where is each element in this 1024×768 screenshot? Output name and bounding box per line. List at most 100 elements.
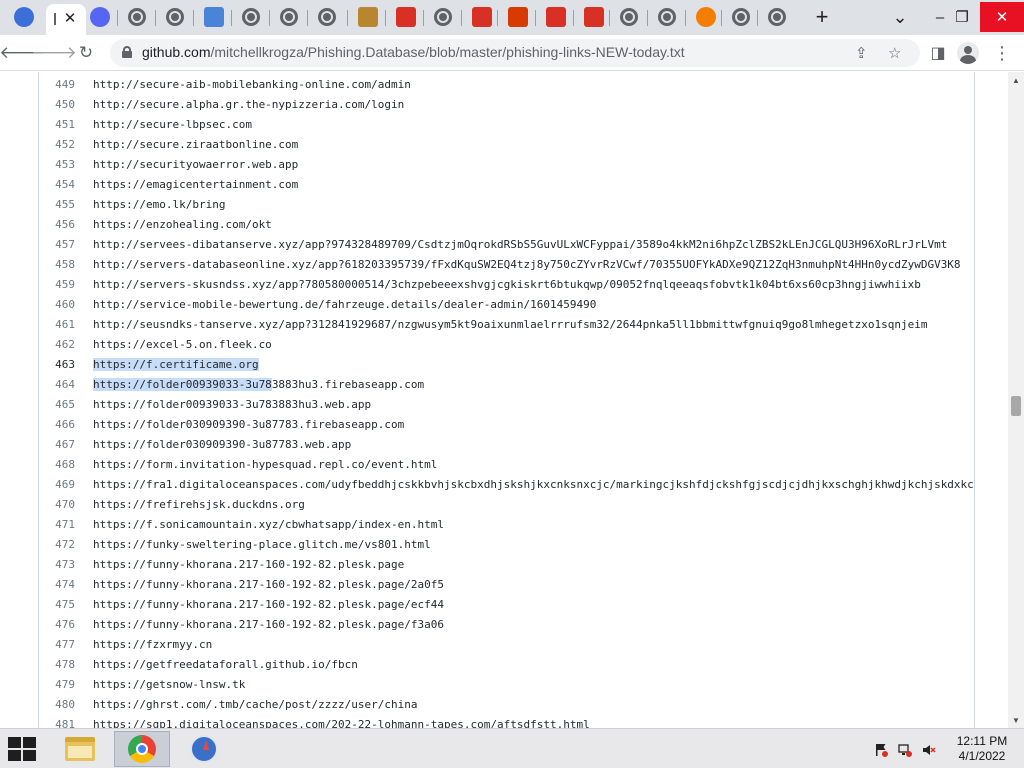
line-text[interactable]: http://secure-lbpsec.com xyxy=(93,115,252,135)
line-number[interactable]: 474 xyxy=(39,575,75,595)
line-number[interactable]: 464 xyxy=(39,375,75,395)
action-center-flag-icon[interactable] xyxy=(874,743,888,757)
restore-button[interactable]: ❐ xyxy=(940,2,984,32)
volume-muted-icon[interactable] xyxy=(922,743,936,757)
line-number[interactable]: 460 xyxy=(39,295,75,315)
line-number[interactable]: 455 xyxy=(39,195,75,215)
line-text[interactable]: https://folder00939033-3u783883hu3.web.a… xyxy=(93,395,371,415)
new-tab-button[interactable]: + xyxy=(812,4,832,30)
discord-icon[interactable] xyxy=(90,7,110,27)
globe-icon[interactable] xyxy=(128,8,146,26)
reload-button[interactable]: ↻ xyxy=(74,41,98,65)
line-number[interactable]: 452 xyxy=(39,135,75,155)
network-icon[interactable] xyxy=(898,743,912,757)
scroll-up-icon[interactable]: ▲ xyxy=(1008,72,1024,88)
line-text[interactable]: https://f.certificame.org xyxy=(93,355,259,375)
line-text[interactable]: http://servees-dibatanserve.xyz/app?9743… xyxy=(93,235,947,255)
line-number[interactable]: 456 xyxy=(39,215,75,235)
line-number[interactable]: 453 xyxy=(39,155,75,175)
side-panel-icon[interactable]: ◨ xyxy=(926,41,950,65)
line-number[interactable]: 461 xyxy=(39,315,75,335)
selected-text[interactable]: https://f.certificame.org xyxy=(93,358,259,371)
globe-icon[interactable] xyxy=(658,8,676,26)
line-text[interactable]: https://sgp1.digitaloceanspaces.com/202-… xyxy=(93,715,590,728)
line-number[interactable]: 477 xyxy=(39,635,75,655)
scrollbar-thumb[interactable] xyxy=(1011,396,1021,416)
line-text[interactable]: https://funny-khorana.217-160-192-82.ple… xyxy=(93,615,444,635)
line-number[interactable]: 470 xyxy=(39,495,75,515)
line-number[interactable]: 475 xyxy=(39,595,75,615)
line-text[interactable]: https://folder030909390-3u87783.firebase… xyxy=(93,415,404,435)
line-text[interactable]: https://getfreedataforall.github.io/fbcn xyxy=(93,655,358,675)
line-text[interactable]: http://servers-databaseonline.xyz/app?61… xyxy=(93,255,961,275)
bookmark-star-icon[interactable]: ☆ xyxy=(888,44,901,62)
line-text[interactable]: https://getsnow-lnsw.tk xyxy=(93,675,245,695)
share-icon[interactable]: ⇪ xyxy=(855,44,868,62)
globe-icon[interactable] xyxy=(242,8,260,26)
active-tab[interactable]: ✕ xyxy=(46,4,86,35)
line-number[interactable]: 481 xyxy=(39,715,75,728)
line-number[interactable]: 466 xyxy=(39,415,75,435)
menu-kebab-icon[interactable]: ⋮ xyxy=(990,41,1014,65)
line-text[interactable]: http://seusndks-tanserve.xyz/app?3128419… xyxy=(93,315,927,335)
line-text[interactable]: http://secure.ziraatbonline.com xyxy=(93,135,298,155)
line-number[interactable]: 465 xyxy=(39,395,75,415)
line-text[interactable]: http://secure-aib-mobilebanking-online.c… xyxy=(93,75,411,95)
pdf-icon[interactable] xyxy=(546,7,566,27)
line-number[interactable]: 458 xyxy=(39,255,75,275)
line-number[interactable]: 451 xyxy=(39,115,75,135)
line-text[interactable]: https://f.sonicamountain.xyz/cbwhatsapp/… xyxy=(93,515,444,535)
start-button[interactable] xyxy=(8,737,36,761)
system-clock[interactable]: 12:11 PM 4/1/2022 xyxy=(950,734,1014,764)
line-number[interactable]: 463 xyxy=(39,355,75,375)
globe-icon[interactable] xyxy=(620,8,638,26)
line-number[interactable]: 468 xyxy=(39,455,75,475)
lock-icon[interactable] xyxy=(122,46,132,58)
line-text[interactable]: http://secure.alpha.gr.the-nypizzeria.co… xyxy=(93,95,404,115)
line-text[interactable]: https://enzohealing.com/okt xyxy=(93,215,272,235)
blogger-icon[interactable] xyxy=(696,7,716,27)
forward-button[interactable]: 🡒 xyxy=(31,41,77,65)
globe-icon[interactable] xyxy=(318,8,336,26)
selected-text[interactable]: https://folder00939033-3u78 xyxy=(93,378,272,391)
globe-icon[interactable] xyxy=(434,8,452,26)
image-icon[interactable] xyxy=(358,7,378,27)
line-number[interactable]: 476 xyxy=(39,615,75,635)
line-number[interactable]: 459 xyxy=(39,275,75,295)
line-text[interactable]: https://emagicentertainment.com xyxy=(93,175,298,195)
line-number[interactable]: 450 xyxy=(39,95,75,115)
pdf-icon[interactable] xyxy=(396,7,416,27)
vertical-scrollbar[interactable]: ▲ ▼ xyxy=(1008,72,1024,728)
close-window-button[interactable]: ✕ xyxy=(980,2,1024,32)
line-text[interactable]: http://securityowaerror.web.app xyxy=(93,155,298,175)
line-text[interactable]: https://frefirehsjsk.duckdns.org xyxy=(93,495,305,515)
profile-button[interactable] xyxy=(956,41,980,65)
line-text[interactable]: https://funny-khorana.217-160-192-82.ple… xyxy=(93,555,404,575)
line-number[interactable]: 472 xyxy=(39,535,75,555)
globe-icon[interactable] xyxy=(280,8,298,26)
office-icon[interactable] xyxy=(508,7,528,27)
line-number[interactable]: 454 xyxy=(39,175,75,195)
line-text[interactable]: https://funky-sweltering-place.glitch.me… xyxy=(93,535,431,555)
chrome-taskbar-button[interactable] xyxy=(114,731,170,767)
line-text[interactable]: https://folder030909390-3u87783.web.app xyxy=(93,435,351,455)
pdf-icon[interactable] xyxy=(584,7,604,27)
line-number[interactable]: 478 xyxy=(39,655,75,675)
line-text[interactable]: https://fra1.digitaloceanspaces.com/udyf… xyxy=(93,475,974,495)
compass-taskbar-button[interactable] xyxy=(176,731,232,767)
bot-icon[interactable] xyxy=(14,7,34,27)
line-number[interactable]: 479 xyxy=(39,675,75,695)
close-tab-icon[interactable]: ✕ xyxy=(62,9,78,27)
line-text[interactable]: https://funny-khorana.217-160-192-82.ple… xyxy=(93,575,444,595)
line-text[interactable]: https://folder00939033-3u783883hu3.fireb… xyxy=(93,375,424,395)
line-number[interactable]: 467 xyxy=(39,435,75,455)
line-number[interactable]: 471 xyxy=(39,515,75,535)
globe-icon[interactable] xyxy=(166,8,184,26)
line-text[interactable]: http://servers-skusndss.xyz/app?78058000… xyxy=(93,275,921,295)
line-text[interactable]: https://excel-5.on.fleek.co xyxy=(93,335,272,355)
line-number[interactable]: 457 xyxy=(39,235,75,255)
line-number[interactable]: 449 xyxy=(39,75,75,95)
file-explorer-taskbar-button[interactable] xyxy=(52,731,108,767)
pdf-icon[interactable] xyxy=(472,7,492,27)
line-number[interactable]: 473 xyxy=(39,555,75,575)
